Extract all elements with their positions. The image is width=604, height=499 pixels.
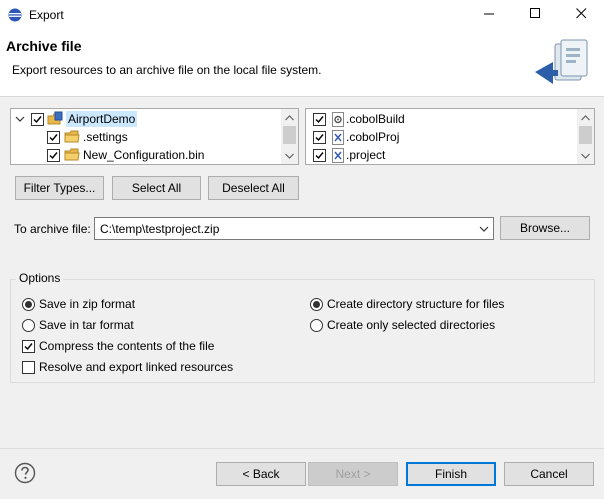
checkbox-indicator[interactable] — [22, 339, 35, 353]
checkbox-project[interactable] — [313, 148, 326, 162]
radio-indicator[interactable] — [22, 318, 35, 332]
radio-label: Create directory structure for files — [327, 297, 505, 311]
archive-file-combo[interactable]: C:\temp\testproject.zip — [94, 217, 494, 240]
scroll-thumb[interactable] — [283, 126, 296, 144]
file-item-label: .project — [346, 148, 386, 162]
checkbox-label: Compress the contents of the file — [39, 339, 215, 353]
folder-icon — [64, 148, 80, 162]
next-button[interactable]: Next > — [308, 462, 398, 486]
close-button[interactable] — [558, 0, 604, 30]
radio-indicator[interactable] — [310, 318, 323, 332]
radio-indicator[interactable] — [22, 297, 35, 311]
checkbox-compress[interactable]: Compress the contents of the file — [22, 338, 214, 354]
cancel-button[interactable]: Cancel — [504, 462, 594, 486]
file-item-cobolproj[interactable]: .cobolProj — [313, 128, 399, 146]
tree-item-label: New_Configuration.bin — [83, 148, 205, 162]
chevron-down-icon[interactable] — [15, 114, 25, 124]
eclipse-app-icon — [8, 8, 22, 22]
tree-item-label: .settings — [83, 130, 128, 144]
scroll-down-icon[interactable] — [281, 147, 298, 164]
tree-item-airportdemo[interactable]: AirportDemo — [15, 110, 138, 128]
options-group-label: Options — [16, 271, 64, 285]
tree-item-settings[interactable]: .settings — [47, 128, 128, 146]
file-item-label: .cobolBuild — [346, 112, 405, 126]
close-icon — [575, 8, 587, 22]
minimize-icon — [483, 8, 495, 22]
checkbox-settings[interactable] — [47, 130, 60, 144]
file-item-label: .cobolProj — [346, 130, 400, 144]
page-description: Export resources to an archive file on t… — [12, 63, 322, 77]
filter-types-button[interactable]: Filter Types... — [15, 176, 104, 200]
footer-separator — [0, 448, 604, 449]
window-title: Export — [29, 8, 64, 22]
checkbox-airportdemo[interactable] — [31, 112, 44, 126]
export-archive-icon — [533, 38, 593, 90]
radio-create-directory-structure[interactable]: Create directory structure for files — [310, 296, 504, 312]
archive-file-label: To archive file: — [14, 222, 91, 236]
radio-label: Save in tar format — [39, 318, 134, 332]
browse-button[interactable]: Browse... — [500, 216, 590, 240]
archive-file-value: C:\temp\testproject.zip — [100, 222, 220, 236]
resource-tree[interactable]: AirportDemo .settings New_Configuration.… — [10, 108, 299, 165]
tree-item-new-configuration[interactable]: New_Configuration.bin — [47, 146, 204, 164]
radio-save-zip[interactable]: Save in zip format — [22, 296, 135, 312]
radio-label: Create only selected directories — [327, 318, 496, 332]
maximize-icon — [529, 8, 541, 22]
folder-icon — [64, 130, 80, 144]
chevron-down-icon[interactable] — [475, 218, 493, 239]
scroll-thumb[interactable] — [579, 126, 592, 144]
file-list-scrollbar[interactable] — [577, 109, 594, 164]
radio-label: Save in zip format — [39, 297, 136, 311]
project-icon — [47, 111, 63, 127]
finish-button[interactable]: Finish — [406, 462, 496, 486]
help-icon[interactable] — [14, 462, 36, 484]
checkbox-cobolproj[interactable] — [313, 130, 326, 144]
tree-item-label: AirportDemo — [66, 111, 138, 127]
radio-save-tar[interactable]: Save in tar format — [22, 317, 134, 333]
checkbox-indicator[interactable] — [22, 360, 35, 374]
scroll-down-icon[interactable] — [577, 147, 594, 164]
radio-indicator[interactable] — [310, 297, 323, 311]
checkbox-cobolbuild[interactable] — [313, 112, 326, 126]
file-item-cobolbuild[interactable]: .cobolBuild — [313, 110, 405, 128]
minimize-button[interactable] — [466, 0, 512, 30]
radio-create-selected-directories[interactable]: Create only selected directories — [310, 317, 495, 333]
tree-scrollbar[interactable] — [281, 109, 298, 164]
page-title: Archive file — [6, 38, 82, 54]
checkbox-label: Resolve and export linked resources — [39, 360, 234, 374]
gear-file-icon — [332, 111, 344, 127]
scroll-up-icon[interactable] — [577, 109, 594, 126]
deselect-all-button[interactable]: Deselect All — [208, 176, 299, 200]
xml-file-icon — [332, 147, 344, 163]
file-item-project[interactable]: .project — [313, 146, 385, 164]
checkbox-new-configuration[interactable] — [47, 148, 60, 162]
select-all-button[interactable]: Select All — [112, 176, 201, 200]
xml-file-icon — [332, 129, 344, 145]
scroll-up-icon[interactable] — [281, 109, 298, 126]
file-list[interactable]: .cobolBuild .cobolProj .project — [305, 108, 595, 165]
back-button[interactable]: < Back — [216, 462, 306, 486]
maximize-button[interactable] — [512, 0, 558, 30]
checkbox-resolve-links[interactable]: Resolve and export linked resources — [22, 359, 233, 375]
